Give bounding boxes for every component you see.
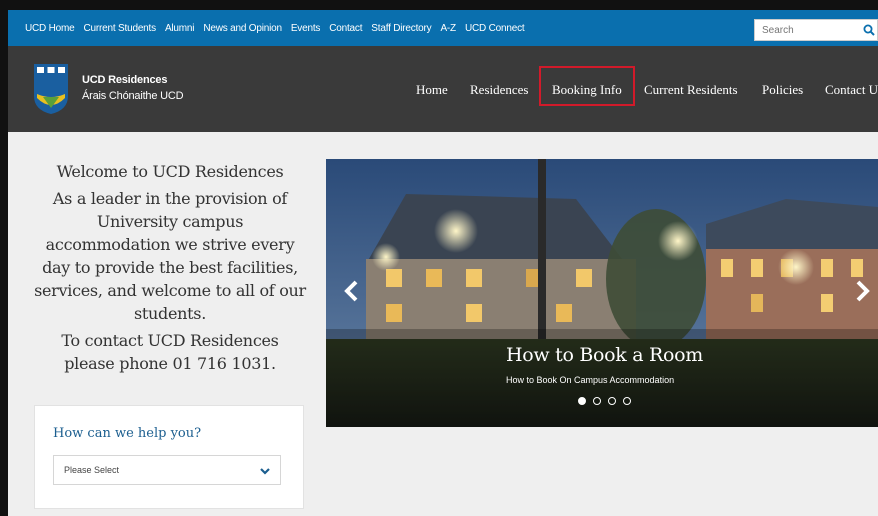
carousel-dot[interactable]: [578, 397, 586, 405]
help-select-value: Please Select: [64, 465, 120, 475]
help-card: How can we help you? Please Select: [34, 405, 304, 509]
link-alumni[interactable]: Alumni: [165, 23, 195, 34]
link-news-and-opinion[interactable]: News and Opinion: [203, 23, 282, 34]
welcome-section: Welcome to UCD Residences As a leader in…: [34, 160, 306, 379]
welcome-heading: Welcome to UCD Residences: [56, 162, 284, 181]
carousel-next-arrow-icon[interactable]: [854, 279, 872, 303]
site-title[interactable]: UCD Residences: [82, 74, 167, 86]
carousel-dot[interactable]: [623, 397, 631, 405]
hero-carousel[interactable]: How to Book a Room How to Book On Campus…: [326, 159, 878, 427]
help-select[interactable]: Please Select: [53, 455, 281, 485]
link-ucd-home[interactable]: UCD Home: [25, 23, 75, 34]
page: UCD Home Current Students Alumni News an…: [8, 10, 878, 516]
site-header: UCD Residences Árais Chónaithe UCD Home …: [8, 46, 878, 132]
link-a-z[interactable]: A-Z: [440, 23, 456, 34]
utility-links: UCD Home Current Students Alumni News an…: [25, 10, 525, 46]
booking-info-highlight: [539, 66, 635, 106]
welcome-contact: To contact UCD Residences please phone 0…: [61, 331, 279, 373]
search-box: [754, 19, 878, 41]
slide-title[interactable]: How to Book a Room: [506, 344, 703, 366]
link-ucd-connect[interactable]: UCD Connect: [465, 23, 525, 34]
link-staff-directory[interactable]: Staff Directory: [371, 23, 431, 34]
residences-night-photo: [326, 159, 878, 427]
link-contact[interactable]: Contact: [329, 23, 362, 34]
nav-policies[interactable]: Policies: [762, 82, 803, 98]
link-events[interactable]: Events: [291, 23, 321, 34]
ucd-crest-logo[interactable]: [34, 64, 68, 114]
link-current-students[interactable]: Current Students: [84, 23, 157, 34]
carousel-dots: [578, 397, 631, 405]
utility-bar: UCD Home Current Students Alumni News an…: [8, 10, 878, 46]
help-title: How can we help you?: [53, 426, 202, 441]
nav-current-residents[interactable]: Current Residents: [644, 82, 738, 98]
search-icon[interactable]: [863, 24, 875, 36]
carousel-dot[interactable]: [593, 397, 601, 405]
welcome-body: As a leader in the provision of Universi…: [34, 189, 306, 323]
nav-home[interactable]: Home: [416, 82, 448, 98]
nav-residences[interactable]: Residences: [470, 82, 528, 98]
carousel-dot[interactable]: [608, 397, 616, 405]
slide-subtitle: How to Book On Campus Accommodation: [506, 375, 675, 385]
search-input[interactable]: [755, 20, 877, 41]
chevron-down-icon: [260, 468, 270, 475]
carousel-prev-arrow-icon[interactable]: [342, 279, 360, 303]
site-subtitle: Árais Chónaithe UCD: [82, 90, 184, 102]
nav-contact-us[interactable]: Contact U: [825, 82, 878, 98]
